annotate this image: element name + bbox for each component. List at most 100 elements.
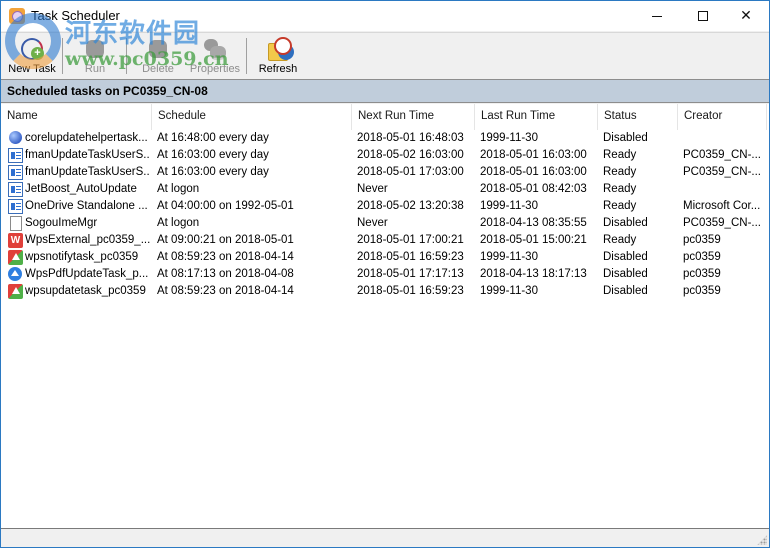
task-last-run-time: 2018-05-01 08:42:03 (480, 183, 587, 195)
task-schedule: At 16:03:00 every day (157, 149, 269, 161)
delete-icon (145, 37, 171, 61)
task-name: wpsupdatetask_pc0359 (25, 285, 146, 297)
list-header: Name Schedule Next Run Time Last Run Tim… (1, 104, 769, 130)
column-header-next-run-time[interactable]: Next Run Time (352, 104, 475, 130)
task-list[interactable]: Name Schedule Next Run Time Last Run Tim… (1, 104, 769, 529)
app-window-icon (8, 182, 23, 197)
task-scheduler-window: Task Scheduler ✕ New Task Run Delete Pro… (0, 0, 770, 548)
task-status: Disabled (603, 268, 648, 280)
window-title: Task Scheduler (31, 8, 120, 23)
task-last-run-time: 1999-11-30 (480, 251, 538, 263)
panel-title: Scheduled tasks on PC0359_CN-08 (1, 79, 769, 103)
new-task-label: New Task (8, 63, 56, 75)
task-schedule: At logon (157, 217, 200, 229)
task-creator (683, 181, 767, 198)
task-creator (683, 130, 767, 147)
toolbar-separator (62, 38, 63, 74)
task-next-run-time: Never (357, 183, 388, 195)
task-next-run-time: 2018-05-02 16:03:00 (357, 149, 464, 161)
close-icon: ✕ (740, 8, 752, 24)
task-schedule: At 08:17:13 on 2018-04-08 (157, 268, 294, 280)
task-name: fmanUpdateTaskUserS... (25, 149, 150, 161)
column-header-creator[interactable]: Creator (678, 104, 767, 130)
table-row[interactable]: corelupdatehelpertask... At 16:48:00 ever… (1, 130, 769, 147)
task-last-run-time: 2018-04-13 18:17:13 (480, 268, 587, 280)
table-row[interactable]: wpsupdatetask_pc0359 At 08:59:23 on 2018-… (1, 283, 769, 300)
task-last-run-time: 2018-05-01 16:03:00 (480, 149, 587, 161)
task-last-run-time: 2018-04-13 08:35:55 (480, 217, 587, 229)
task-next-run-time: 2018-05-01 16:48:03 (357, 132, 464, 144)
column-header-schedule[interactable]: Schedule (152, 104, 352, 130)
table-row[interactable]: fmanUpdateTaskUserS... At 16:03:00 every … (1, 147, 769, 164)
table-row[interactable]: W WpsExternal_pc0359_... At 09:00:21 on 20… (1, 232, 769, 249)
task-status: Disabled (603, 251, 648, 263)
task-creator: pc0359 (683, 285, 721, 297)
task-name: fmanUpdateTaskUserS... (25, 166, 150, 178)
table-row[interactable]: OneDrive Standalone ... At 04:00:00 on 19… (1, 198, 769, 215)
task-schedule: At 16:48:00 every day (157, 132, 269, 144)
wps-icon: W (8, 233, 23, 248)
task-name: OneDrive Standalone ... (25, 200, 148, 212)
task-creator: Microsoft Cor... (683, 200, 761, 212)
table-row[interactable]: SogouImeMgr At logon Never 2018-04-13 08:35… (1, 215, 769, 232)
properties-button[interactable]: Properties (187, 33, 243, 78)
properties-label: Properties (189, 63, 241, 75)
task-status: Disabled (603, 285, 648, 297)
app-window-icon (8, 165, 23, 180)
task-schedule: At 08:59:23 on 2018-04-14 (157, 285, 294, 297)
new-task-button[interactable]: New Task (3, 33, 61, 78)
task-status: Ready (603, 234, 637, 246)
refresh-button[interactable]: Refresh (251, 33, 305, 78)
task-name: WpsPdfUpdateTask_p... (25, 268, 149, 280)
toolbar: New Task Run Delete Properties Refresh (1, 32, 769, 78)
task-last-run-time: 2018-05-01 15:00:21 (480, 234, 587, 246)
task-next-run-time: 2018-05-02 13:20:38 (357, 200, 464, 212)
task-creator: pc0359 (683, 268, 721, 280)
task-creator: PC0359_CN-... (683, 166, 761, 178)
table-row[interactable]: wpsnotifytask_pc0359 At 08:59:23 on 2018-… (1, 249, 769, 266)
table-row[interactable]: fmanUpdateTaskUserS... At 16:03:00 every … (1, 164, 769, 181)
task-next-run-time: 2018-05-01 16:59:23 (357, 251, 464, 263)
task-last-run-time: 1999-11-30 (480, 285, 538, 297)
task-status: Ready (603, 166, 637, 178)
column-header-name[interactable]: Name (1, 104, 152, 130)
update-arrow-icon (8, 284, 23, 299)
task-creator: PC0359_CN-... (683, 149, 761, 161)
title-bar[interactable]: Task Scheduler ✕ (1, 1, 769, 31)
maximize-button[interactable] (680, 1, 726, 31)
resize-grip-icon[interactable] (757, 535, 767, 545)
toolbar-separator (126, 38, 127, 74)
task-creator: pc0359 (683, 234, 721, 246)
task-next-run-time: Never (357, 217, 388, 229)
delete-button[interactable]: Delete (129, 33, 187, 78)
task-status: Ready (603, 200, 637, 212)
table-row[interactable]: JetBoost_AutoUpdate At logon Never 2018-05-… (1, 181, 769, 198)
task-next-run-time: 2018-05-01 17:00:21 (357, 234, 464, 246)
globe-icon (9, 131, 22, 144)
app-window-icon (8, 199, 23, 214)
minimize-button[interactable] (634, 1, 680, 31)
task-status: Ready (603, 183, 637, 195)
toolbar-separator (246, 38, 247, 74)
task-name: wpsnotifytask_pc0359 (25, 251, 139, 263)
task-status: Disabled (603, 217, 648, 229)
task-schedule: At logon (157, 183, 200, 195)
app-icon (9, 8, 25, 24)
status-bar (1, 529, 769, 547)
task-next-run-time: 2018-05-01 16:59:23 (357, 285, 464, 297)
task-schedule: At 04:00:00 on 1992-05-01 (157, 200, 294, 212)
properties-icon (202, 37, 228, 61)
task-next-run-time: 2018-05-01 17:17:13 (357, 268, 464, 280)
refresh-label: Refresh (258, 63, 298, 75)
task-schedule: At 16:03:00 every day (157, 166, 269, 178)
task-creator: pc0359 (683, 251, 721, 263)
file-icon (10, 216, 22, 231)
table-row[interactable]: WpsPdfUpdateTask_p... At 08:17:13 on 2018… (1, 266, 769, 283)
close-button[interactable]: ✕ (723, 1, 769, 31)
task-name: WpsExternal_pc0359_... (25, 234, 150, 246)
task-name: SogouImeMgr (25, 217, 98, 229)
column-header-status[interactable]: Status (598, 104, 678, 130)
task-next-run-time: 2018-05-01 17:03:00 (357, 166, 464, 178)
run-button[interactable]: Run (65, 33, 125, 78)
column-header-last-run-time[interactable]: Last Run Time (475, 104, 598, 130)
